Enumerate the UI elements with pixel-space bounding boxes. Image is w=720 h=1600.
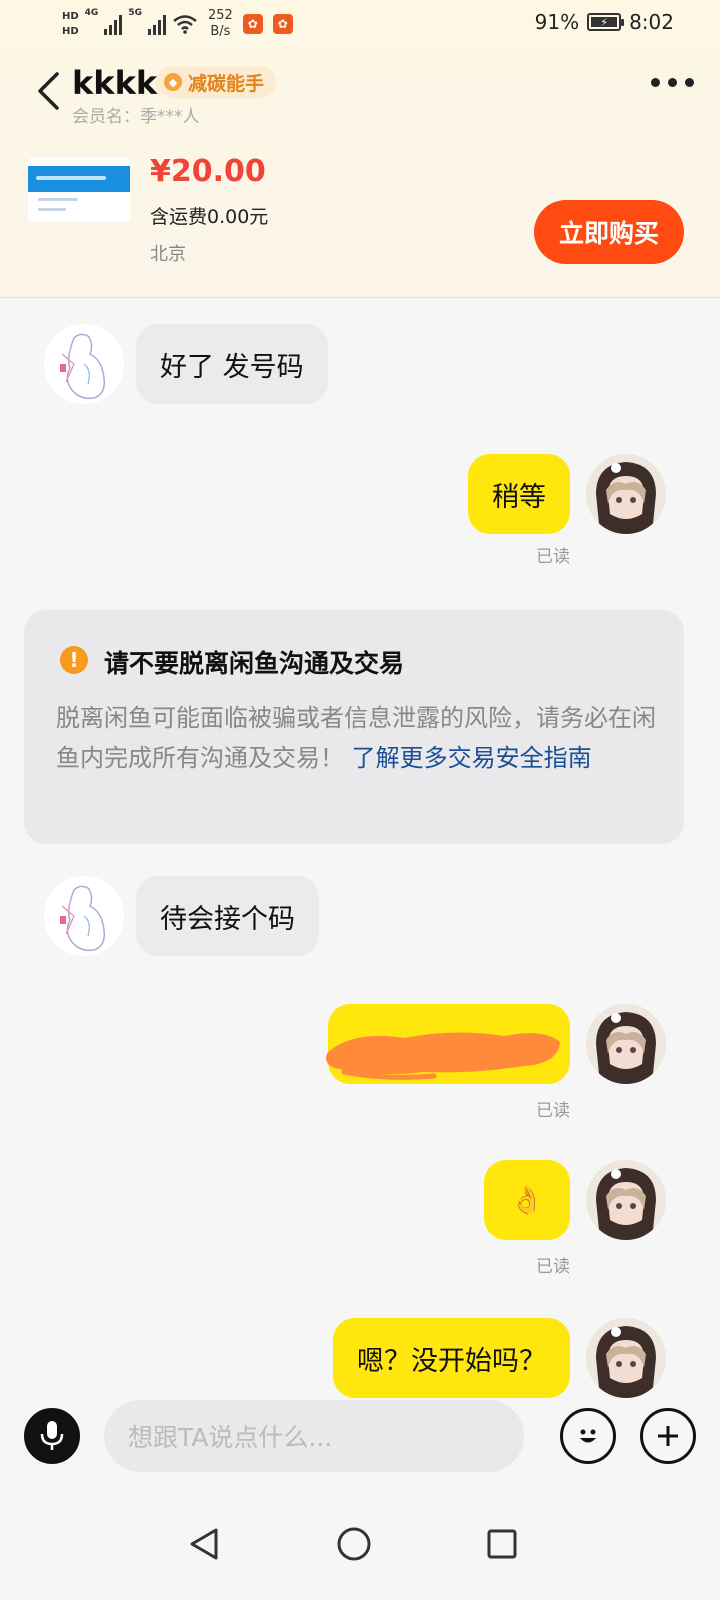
nav-recents-button[interactable] (480, 1522, 524, 1566)
anime-avatar-icon (586, 1318, 666, 1398)
nav-back-button[interactable] (182, 1522, 226, 1566)
plus-icon (658, 1426, 678, 1446)
system-nav-bar (0, 1484, 720, 1600)
safety-notice: ! 请不要脱离闲鱼沟通及交易 脱离闲鱼可能面临被骗或者信息泄露的风险，请务必在闲… (24, 610, 684, 844)
my-avatar[interactable] (586, 1004, 666, 1084)
message-row: 👌 已读 (0, 1160, 720, 1280)
status-bar: HD HD 4G 5G 252 B/s ✿ ✿ 91% ⚡ 8:02 (0, 0, 720, 48)
battery-icon: ⚡ (587, 13, 625, 31)
wifi-icon (173, 15, 197, 34)
top-area: HD HD 4G 5G 252 B/s ✿ ✿ 91% ⚡ 8:02 kkkk … (0, 0, 720, 298)
battery-percent: 91% (534, 10, 580, 34)
network2-label: 5G (128, 8, 142, 18)
my-avatar[interactable] (586, 1160, 666, 1240)
read-status: 已读 (536, 1101, 570, 1121)
back-button[interactable] (30, 68, 66, 114)
message-bubble[interactable]: 嗯？没开始吗？ (333, 1318, 570, 1398)
message-row: 已读 (0, 1004, 720, 1124)
my-avatar[interactable] (586, 1318, 666, 1398)
status-right: 91% ⚡ 8:02 (535, 10, 674, 34)
speed-value: 252 (207, 8, 233, 23)
emoji-button[interactable] (560, 1408, 616, 1464)
contact-name[interactable]: kkkk (72, 64, 157, 102)
anime-avatar-icon (586, 1004, 666, 1084)
message-row: 嗯？没开始吗？ (0, 1318, 720, 1398)
shipping-info: 含运费0.00元 (150, 206, 269, 228)
voice-button[interactable] (24, 1408, 80, 1464)
safety-guide-link[interactable]: 了解更多交易安全指南 (352, 744, 592, 772)
triangle-back-icon (190, 1528, 218, 1560)
chat-header: kkkk ◆ 减碳能手 会员名：季***人 (0, 58, 720, 128)
product-thumbnail[interactable] (28, 158, 130, 222)
message-bubble[interactable]: 稍等 (468, 454, 570, 534)
sketch-avatar-icon (60, 885, 106, 952)
signal2-icon (147, 13, 166, 35)
signal1-icon (104, 13, 123, 35)
message-bubble[interactable]: 待会接个码 (136, 876, 319, 956)
network1-label: 4G (84, 8, 99, 18)
notice-body: 脱离闲鱼可能面临被骗或者信息泄露的风险，请务必在闲鱼内完成所有沟通及交易！ 了解… (56, 698, 656, 778)
status-left: HD HD 4G 5G 252 B/s ✿ ✿ (62, 6, 293, 42)
warning-icon: ! (60, 646, 88, 674)
microphone-icon (40, 1421, 64, 1450)
app-notification-icon: ✿ (242, 14, 263, 34)
clock: 8:02 (629, 10, 674, 34)
product-price: ¥20.00 (150, 154, 266, 189)
message-row: 待会接个码 (0, 876, 720, 966)
smiley-icon (580, 1429, 596, 1443)
product-card[interactable]: ¥20.00 含运费0.00元 北京 立即购买 (0, 150, 720, 280)
sketch-avatar-icon (60, 333, 106, 400)
chat-area[interactable]: 好了 发号码 稍等 已读 ! 请不要脱离闲鱼沟通及交易 脱离闲鱼可能面临被骗或者… (0, 300, 720, 1398)
message-row: 好了 发号码 (0, 324, 720, 414)
anime-avatar-icon (586, 1160, 666, 1240)
notice-title: 请不要脱离闲鱼沟通及交易 (104, 649, 405, 678)
hd-indicators: HD HD (62, 9, 79, 39)
more-button[interactable] (651, 78, 694, 87)
read-status: 已读 (536, 547, 570, 567)
redaction-smear (326, 1032, 560, 1080)
contact-avatar[interactable] (44, 876, 124, 956)
app-notification-icon-2: ✿ (272, 14, 293, 34)
circle-home-icon (337, 1527, 371, 1561)
message-bubble[interactable]: 好了 发号码 (136, 324, 328, 404)
input-bar: 想跟TA说点什么... (0, 1398, 720, 1484)
more-icon (651, 78, 660, 87)
message-input[interactable]: 想跟TA说点什么... (104, 1400, 524, 1472)
hd1-label: HD (62, 11, 79, 22)
back-icon (38, 72, 59, 110)
contact-avatar[interactable] (44, 324, 124, 404)
buy-now-button[interactable]: 立即购买 (534, 200, 684, 264)
message-row: 稍等 已读 (0, 454, 720, 574)
speed-unit: B/s (210, 24, 231, 39)
network-speed: 252 B/s (208, 8, 233, 40)
hd2-label: HD (62, 26, 79, 37)
badge-label: 减碳能手 (188, 72, 265, 95)
carbon-badge[interactable]: ◆ 减碳能手 (156, 66, 277, 98)
add-button[interactable] (640, 1408, 696, 1464)
leaf-icon: ◆ (164, 73, 182, 91)
nav-home-button[interactable] (332, 1522, 376, 1566)
product-location: 北京 (150, 244, 186, 265)
message-bubble[interactable]: 👌 (484, 1160, 570, 1240)
anime-avatar-icon (586, 454, 666, 534)
read-status: 已读 (536, 1257, 570, 1277)
member-name: 会员名：季***人 (72, 107, 200, 127)
square-recents-icon (487, 1529, 517, 1559)
my-avatar[interactable] (586, 454, 666, 534)
